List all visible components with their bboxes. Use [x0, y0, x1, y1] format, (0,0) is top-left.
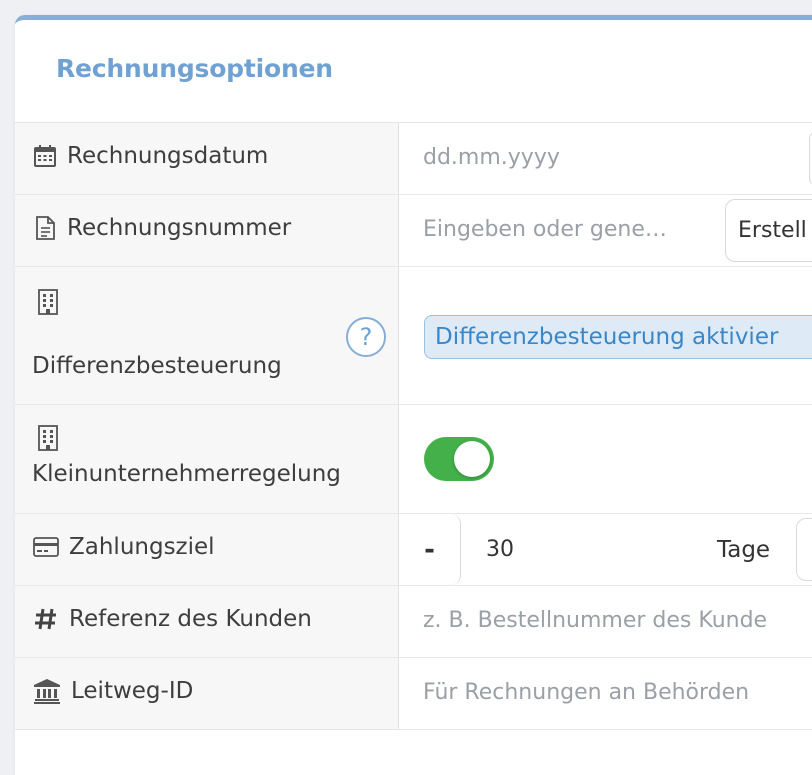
label-cell: Leitweg-ID [15, 658, 399, 729]
create-number-label: Erstell [738, 218, 807, 243]
customer-reference-input[interactable]: z. B. Bestellnummer des Kunde [399, 586, 812, 657]
number-placeholder: Eingeben oder gene… [423, 217, 667, 242]
payment-days-input[interactable]: 30 [486, 514, 514, 585]
decrement-button[interactable]: - [399, 514, 461, 585]
route-id-placeholder: Für Rechnungen an Behörden [423, 680, 750, 705]
route-id-input[interactable]: Für Rechnungen an Behörden [399, 658, 812, 729]
label-cell: Referenz des Kunden [15, 586, 399, 657]
days-unit: Tage [717, 536, 771, 563]
increment-button[interactable] [796, 518, 812, 581]
row-customer-reference: Referenz des Kunden z. B. Bestellnummer … [15, 586, 812, 658]
label-cell: Kleinunternehmerregelung [15, 405, 399, 513]
label-cell: Zahlungsziel [15, 514, 399, 585]
building-icon [38, 425, 58, 451]
invoice-date-input[interactable]: dd.mm.yyyy [399, 123, 812, 194]
row-label: Kleinunternehmerregelung [32, 461, 341, 487]
create-number-button[interactable]: Erstell [725, 199, 812, 262]
row-label: Differenzbesteuerung [32, 353, 282, 379]
row-route-id: Leitweg-ID Für Rechnungen an Behörden [15, 658, 812, 730]
invoice-options-card: Rechnungsoptionen Rechnungsdatum dd.mm.y… [15, 15, 812, 775]
credit-card-icon [33, 537, 59, 557]
card-header: Rechnungsoptionen [15, 20, 812, 123]
row-label: Zahlungsziel [69, 534, 215, 560]
row-label: Referenz des Kunden [69, 606, 312, 632]
row-label: Rechnungsnummer [67, 215, 292, 241]
enable-margin-taxation-button[interactable]: Differenzbesteuerung aktivier [424, 315, 812, 359]
date-placeholder: dd.mm.yyyy [423, 145, 560, 170]
document-icon [36, 216, 55, 240]
help-icon[interactable]: ? [346, 317, 386, 357]
small-business-toggle[interactable] [424, 437, 494, 481]
row-payment-term: Zahlungsziel - 30 Tage [15, 514, 812, 586]
card-title: Rechnungsoptionen [56, 54, 333, 83]
row-small-business: Kleinunternehmerregelung [15, 405, 812, 514]
label-cell: Rechnungsdatum [15, 123, 399, 194]
row-label: Leitweg-ID [71, 678, 194, 704]
row-label: Rechnungsdatum [67, 143, 269, 169]
calendar-icon [34, 145, 56, 167]
hash-icon [35, 608, 56, 630]
toggle-knob [454, 441, 490, 477]
row-invoice-number: Rechnungsnummer Eingeben oder gene… Erst… [15, 195, 812, 267]
row-invoice-date: Rechnungsdatum dd.mm.yyyy [15, 123, 812, 195]
customer-reference-placeholder: z. B. Bestellnummer des Kunde [423, 608, 768, 633]
badge-label: Differenzbesteuerung aktivier [435, 324, 779, 350]
building-icon [38, 289, 58, 315]
label-cell: Differenzbesteuerung ? [15, 267, 399, 404]
invoice-number-input[interactable]: Eingeben oder gene… Erstell [399, 195, 812, 266]
bank-icon [34, 679, 60, 704]
label-cell: Rechnungsnummer [15, 195, 399, 266]
row-margin-taxation: Differenzbesteuerung ? Differenzbesteuer… [15, 267, 812, 405]
payment-term-stepper: - 30 Tage [399, 514, 812, 585]
